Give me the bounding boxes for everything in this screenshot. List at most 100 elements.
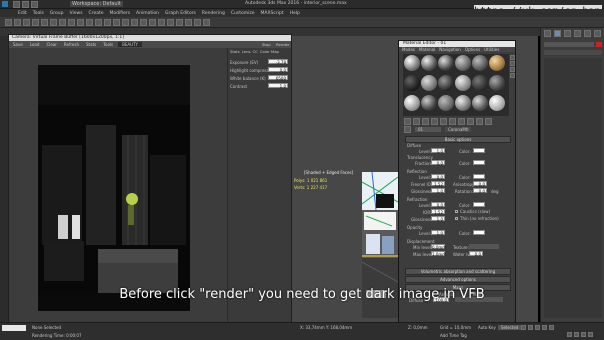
modifier-stack[interactable] — [544, 58, 602, 318]
rendered-frame-window-icon[interactable] — [194, 18, 201, 26]
object-color-swatch[interactable] — [596, 42, 602, 47]
go-to-parent-icon[interactable] — [485, 117, 492, 125]
put-to-scene-icon[interactable] — [413, 117, 420, 125]
sample-slot[interactable] — [455, 95, 471, 111]
menu-edit[interactable]: Edit — [18, 11, 27, 16]
coordinate-readout[interactable]: X: 33,74mm Y: 168,04mm — [300, 325, 352, 330]
snap-icon[interactable] — [104, 18, 111, 26]
percent-snap-icon[interactable] — [122, 18, 129, 26]
highlight-compression-field[interactable]: 0,0 — [268, 67, 288, 73]
show-end-result-icon[interactable] — [476, 117, 483, 125]
sample-slot[interactable] — [438, 75, 454, 91]
vfb-channel-dropdown[interactable]: BEAUTY — [118, 42, 142, 47]
sample-slot[interactable] — [489, 95, 505, 111]
refraction-level-field[interactable]: 0,0 — [431, 202, 445, 208]
menu-rendering[interactable]: Rendering — [202, 11, 225, 16]
get-material-icon[interactable] — [404, 117, 411, 125]
move-icon[interactable] — [77, 18, 84, 26]
sample-slot[interactable] — [404, 95, 420, 111]
menu-animation[interactable]: Animation — [136, 11, 159, 16]
next-frame-icon[interactable] — [542, 325, 547, 330]
motion-tab-icon[interactable] — [574, 30, 581, 37]
angle-snap-icon[interactable] — [113, 18, 120, 26]
opacity-color-swatch[interactable] — [473, 230, 485, 235]
link-icon[interactable] — [23, 18, 30, 26]
volumetric-rollout[interactable]: Volumetric absorption and scattering — [405, 268, 511, 275]
sample-slot[interactable] — [472, 95, 488, 111]
sample-slot[interactable] — [455, 55, 471, 71]
medit-menu-utilities[interactable]: Utilities — [484, 47, 499, 52]
app-logo-icon[interactable] — [2, 1, 8, 7]
refraction-color-swatch[interactable] — [473, 202, 485, 207]
backlight-icon[interactable] — [510, 61, 515, 66]
render-setup-icon[interactable] — [185, 18, 192, 26]
material-type-button[interactable]: CoronaMtl — [445, 126, 472, 132]
reflection-color-swatch[interactable] — [473, 174, 485, 179]
assign-to-selection-icon[interactable] — [422, 117, 429, 125]
schematic-view-icon[interactable] — [167, 18, 174, 26]
menu-customize[interactable]: Customize — [231, 11, 255, 16]
reflection-level-field[interactable]: 0,0 — [431, 174, 445, 180]
menu-tools[interactable]: Tools — [33, 11, 44, 16]
layer-manager-icon[interactable] — [149, 18, 156, 26]
rotation-field[interactable]: 0,0 — [473, 188, 487, 194]
put-to-library-icon[interactable] — [449, 117, 456, 125]
sample-slot[interactable] — [472, 55, 488, 71]
vfb-tab-colormap[interactable]: Color Map — [260, 49, 279, 54]
medit-menu-navigation[interactable]: Navigation — [439, 47, 461, 52]
vfb-tab-lens[interactable]: Lens — [242, 49, 251, 54]
sample-slot[interactable] — [438, 55, 454, 71]
orbit-icon[interactable] — [581, 332, 586, 337]
new-file-icon[interactable] — [13, 1, 20, 8]
sample-slot[interactable] — [472, 75, 488, 91]
menu-modifiers[interactable]: Modifiers — [110, 11, 131, 16]
render-production-icon[interactable] — [203, 18, 210, 26]
pan-icon[interactable] — [574, 332, 579, 337]
vfb-tab-cc[interactable]: CC — [252, 49, 257, 54]
max-level-field[interactable]: 1,0mm — [431, 251, 446, 257]
key-filter-dropdown[interactable]: Selected — [498, 325, 522, 330]
menu-graph-editors[interactable]: Graph Editors — [165, 11, 196, 16]
advanced-options-rollout[interactable]: Advanced options — [405, 276, 511, 283]
redo-icon[interactable] — [14, 18, 21, 26]
create-tab-icon[interactable] — [544, 30, 551, 37]
vfb-save-button[interactable]: Save — [11, 42, 25, 47]
workspace-selector[interactable]: Workspace: Default — [70, 1, 123, 7]
utilities-tab-icon[interactable] — [594, 30, 601, 37]
exposure-field[interactable]: -3,78 — [268, 59, 288, 65]
refraction-ior-field[interactable]: 1,52 — [431, 209, 445, 215]
material-name-field[interactable]: 01 — [415, 126, 442, 132]
background-icon[interactable] — [510, 67, 515, 72]
rect-selection-icon[interactable] — [68, 18, 75, 26]
vfb-tab-stats[interactable]: Stats — [230, 49, 240, 54]
sample-slot[interactable] — [421, 55, 437, 71]
menu-help[interactable]: Help — [290, 11, 300, 16]
unlink-icon[interactable] — [32, 18, 39, 26]
reflection-glossiness-field[interactable]: 1,0 — [431, 188, 445, 194]
maximize-viewport-icon[interactable] — [588, 332, 593, 337]
min-level-field[interactable]: 0,0mm — [431, 244, 446, 250]
make-unique-icon[interactable] — [440, 117, 447, 125]
modifier-list-dropdown[interactable] — [544, 50, 602, 55]
object-name-field[interactable] — [544, 42, 594, 47]
open-file-icon[interactable] — [22, 1, 29, 8]
menu-maxscript[interactable]: MAXScript — [261, 11, 284, 16]
medit-menu-material[interactable]: Material — [419, 47, 435, 52]
basic-options-rollout[interactable]: Basic options — [405, 136, 511, 143]
vfb-load-button[interactable]: Load — [28, 42, 42, 47]
sample-slot[interactable] — [404, 75, 420, 91]
thin-checkbox[interactable] — [455, 217, 458, 220]
anisotropy-field[interactable]: 0,0 — [473, 181, 487, 187]
reset-map-icon[interactable] — [431, 117, 438, 125]
show-map-icon[interactable] — [467, 117, 474, 125]
maxscript-listener[interactable] — [2, 325, 26, 331]
diffuse-color-swatch[interactable] — [473, 148, 485, 153]
scale-icon[interactable] — [95, 18, 102, 26]
menu-views[interactable]: Views — [70, 11, 83, 16]
white-balance-field[interactable]: 6500 — [268, 75, 288, 81]
fresnel-ior-field[interactable]: 1,52 — [431, 181, 445, 187]
curve-editor-icon[interactable] — [158, 18, 165, 26]
sample-slot[interactable] — [489, 55, 505, 71]
select-icon[interactable] — [50, 18, 57, 26]
mirror-icon[interactable] — [131, 18, 138, 26]
